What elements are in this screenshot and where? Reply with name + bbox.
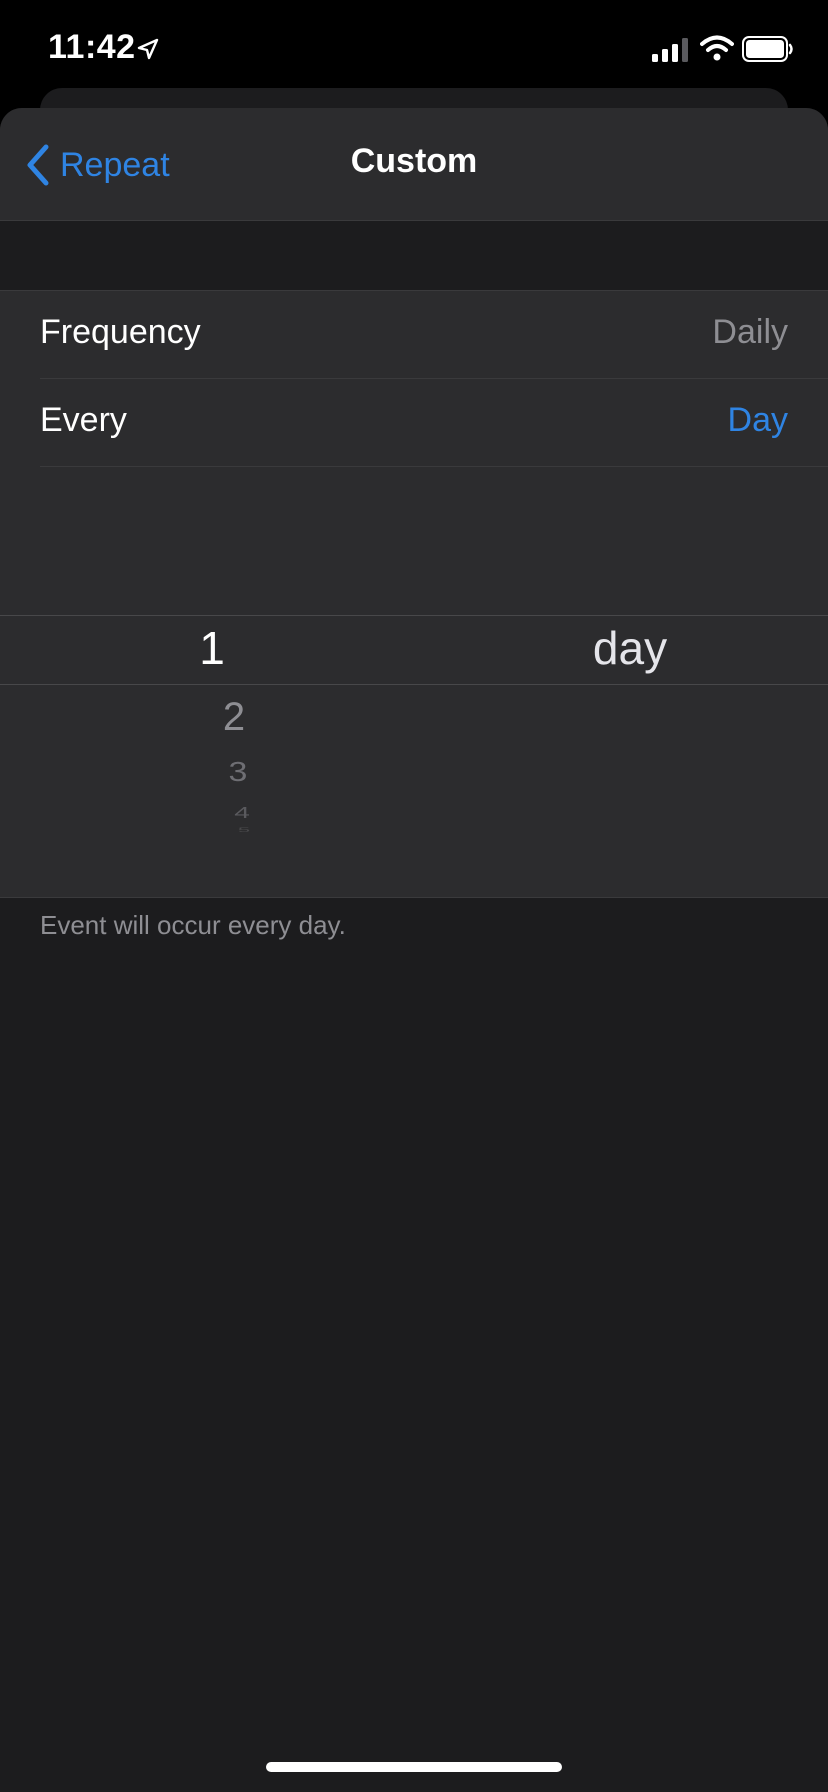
wifi-icon bbox=[700, 35, 734, 61]
status-time: 11:42 bbox=[48, 28, 136, 66]
interval-picker[interactable]: 1 day 2 3 4 5 bbox=[0, 467, 828, 897]
every-row[interactable]: Every Day bbox=[0, 379, 828, 467]
picker-number-option[interactable]: 4 bbox=[210, 804, 274, 822]
frequency-value: Daily bbox=[712, 313, 788, 351]
frequency-row[interactable]: Frequency Daily bbox=[0, 291, 828, 379]
picker-number-option[interactable]: 5 bbox=[212, 826, 276, 834]
picker-selection-band bbox=[0, 615, 828, 685]
picker-number-option[interactable]: 3 bbox=[206, 757, 270, 789]
cellular-signal-icon bbox=[652, 38, 688, 62]
picker-unit-selected[interactable]: day bbox=[560, 621, 700, 675]
home-indicator[interactable] bbox=[266, 1762, 562, 1772]
every-label: Every bbox=[40, 401, 127, 439]
settings-group: Frequency Daily Every Day 1 day 2 3 4 5 bbox=[0, 290, 828, 898]
page-title: Custom bbox=[350, 142, 478, 180]
recurrence-summary: Event will occur every day. bbox=[40, 910, 346, 940]
location-arrow-icon bbox=[137, 38, 159, 60]
section-spacer bbox=[0, 221, 828, 291]
every-value: Day bbox=[727, 401, 788, 439]
frequency-label: Frequency bbox=[40, 313, 201, 351]
picker-number-option[interactable]: 2 bbox=[202, 695, 266, 740]
status-bar: 11:42 bbox=[0, 0, 828, 100]
picker-number-selected[interactable]: 1 bbox=[180, 621, 244, 675]
navigation-bar: Repeat Custom bbox=[0, 108, 828, 221]
battery-icon bbox=[742, 36, 793, 62]
custom-repeat-sheet: Repeat Custom Frequency Daily Every Day … bbox=[0, 108, 828, 1792]
